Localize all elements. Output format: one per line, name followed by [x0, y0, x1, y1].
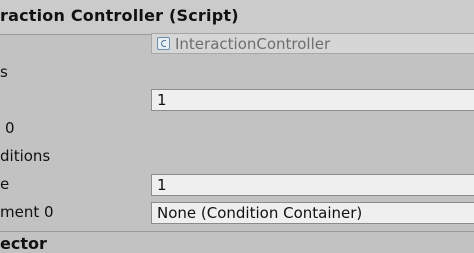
size-field-value: 1 [157, 91, 167, 109]
row-label-e: e [0, 175, 10, 193]
divider [0, 231, 474, 232]
row-label-element-0: ment 0 [0, 203, 54, 221]
element-0-object-field[interactable]: None (Condition Container) [151, 202, 474, 224]
row-label-s: s [0, 63, 8, 81]
component-header[interactable]: raction Controller (Script) [0, 0, 474, 35]
script-icon [157, 37, 170, 50]
size-field-2[interactable]: 1 [151, 174, 474, 196]
script-name: InteractionController [175, 35, 331, 53]
next-component-title[interactable]: ector [0, 234, 47, 253]
element-0-value: None (Condition Container) [157, 204, 363, 222]
row-label-ditions[interactable]: ditions [0, 147, 50, 165]
script-field[interactable]: InteractionController [151, 33, 474, 54]
row-label-0: 0 [5, 119, 15, 137]
component-title: raction Controller (Script) [0, 6, 239, 25]
size-field[interactable]: 1 [151, 89, 474, 111]
size-field-2-value: 1 [157, 176, 167, 194]
